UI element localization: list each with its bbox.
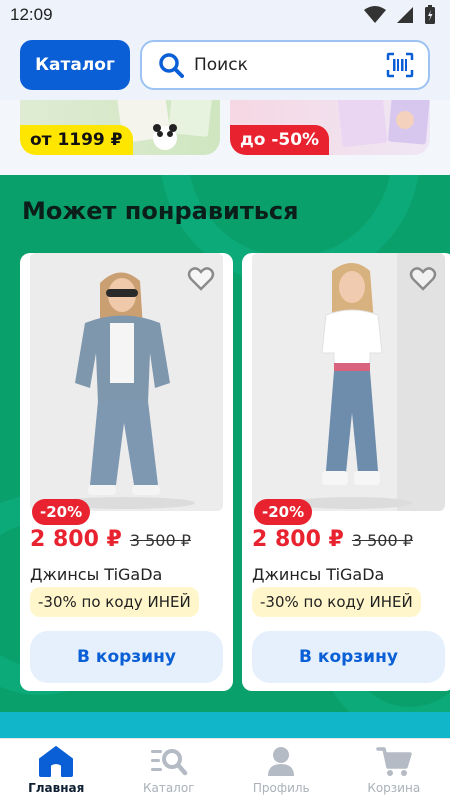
favorite-heart-icon[interactable] [187,265,215,293]
banner-sale[interactable]: до -50% [230,100,430,155]
catalog-button[interactable]: Каталог [20,40,130,90]
price-row: 2 800 ₽ 3 500 ₽ [252,527,413,552]
catalog-search-icon [150,748,187,775]
status-icons [364,5,436,25]
nav-label-cart: Корзина [367,780,421,795]
profile-icon [268,746,295,776]
banner-diapers[interactable]: от 1199 ₽ [20,100,220,155]
nav-label-profile: Профиль [252,780,310,795]
search-placeholder: Поиск [194,55,248,75]
search-input[interactable]: Поиск [140,40,430,90]
wifi-icon [364,6,386,23]
status-time: 12:09 [10,5,53,24]
home-icon [39,745,74,777]
favorite-heart-icon[interactable] [409,265,437,293]
current-price: 2 800 ₽ [252,527,344,552]
add-to-cart-button[interactable]: В корзину [252,631,445,683]
nav-item-cart[interactable]: Корзина [338,739,450,800]
next-section-edge [0,712,450,738]
product-card[interactable]: -20% 2 800 ₽ 3 500 ₽ Джинсы TiGaDa -30% … [242,253,450,691]
header: Каталог Поиск [0,30,450,100]
price-row: 2 800 ₽ 3 500 ₽ [30,527,191,552]
barcode-scan-icon[interactable] [386,52,414,78]
old-price: 3 500 ₽ [351,531,413,550]
nav-label-home: Главная [28,780,85,795]
cart-icon [376,746,412,776]
promo-code-label: -30% по коду ИНЕЙ [30,587,199,617]
nav-item-home[interactable]: Главная [0,739,113,800]
product-photo[interactable] [252,253,445,511]
banner-sale-tag: до -50% [230,125,330,155]
screen: 12:09 Каталог Поиск от 1199 ₽ до -50% Мо… [0,0,450,800]
discount-badge: -20% [32,499,91,525]
status-bar: 12:09 [0,0,450,30]
promo-code-label: -30% по коду ИНЕЙ [252,587,421,617]
product-card[interactable]: -20% 2 800 ₽ 3 500 ₽ Джинсы TiGaDa -30% … [20,253,233,691]
product-title[interactable]: Джинсы TiGaDa [30,565,162,584]
nav-item-catalog[interactable]: Каталог [113,739,226,800]
banner-carousel: от 1199 ₽ до -50% [0,100,450,175]
discount-badge: -20% [254,499,313,525]
current-price: 2 800 ₽ [30,527,122,552]
recommendations-section: Может понравиться -20% 2 800 ₽ 3 500 ₽ Д… [0,175,450,712]
bottom-navigation: Главная Каталог Профиль Корзина [0,738,450,800]
add-to-cart-button[interactable]: В корзину [30,631,223,683]
battery-icon [425,5,435,24]
product-photo[interactable] [30,253,223,511]
nav-label-catalog: Каталог [142,780,195,795]
old-price: 3 500 ₽ [129,531,191,550]
product-title[interactable]: Джинсы TiGaDa [252,565,384,584]
signal-icon [397,7,413,23]
banner-price-tag: от 1199 ₽ [20,125,133,155]
section-title: Может понравиться [22,197,299,225]
search-icon [159,53,184,78]
nav-item-profile[interactable]: Профиль [225,739,338,800]
